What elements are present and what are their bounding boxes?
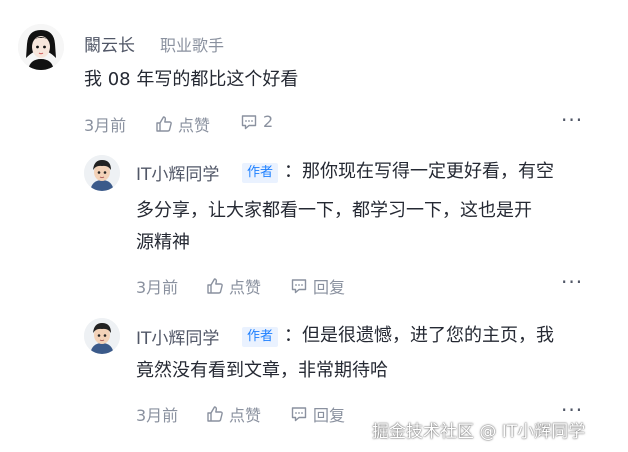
comment-time: 3月前: [84, 116, 127, 135]
reply-2-text-line-1: ：但是很遗憾，进了您的主页，我: [284, 325, 554, 346]
reply-2-reply-label: 回复: [313, 406, 346, 425]
reply-1-avatar[interactable]: [84, 155, 120, 191]
commenter-title: 职业歌手: [160, 36, 225, 55]
reply-2-text-line-2: 竟然没有看到文章，非常期待哈: [136, 360, 388, 381]
thumbs-up-icon: [155, 115, 173, 133]
comment-reply-button[interactable]: 2: [240, 112, 273, 131]
reply-2-author-badge: 作者: [242, 327, 279, 347]
reply-2-like-label: 点赞: [229, 406, 262, 425]
thumbs-up-icon: [206, 405, 224, 423]
comment-more-icon[interactable]: ···: [561, 108, 583, 132]
reply-1-text-line-2: 多分享，让大家都看一下，都学习一下，这也是开: [136, 200, 532, 221]
reply-1-more-icon[interactable]: ···: [561, 270, 583, 294]
reply-1-like-label: 点赞: [229, 278, 262, 297]
thumbs-up-icon: [206, 277, 224, 295]
comment-reply-count: 2: [263, 112, 274, 131]
reply-1-time: 3月前: [136, 278, 179, 297]
comment-text: 我 08 年写的都比这个好看: [84, 69, 299, 90]
comment-like-button[interactable]: 点赞: [155, 112, 210, 136]
reply-1-text-line-1: ：那你现在写得一定更好看，有空: [284, 161, 554, 182]
reply-2-like-button[interactable]: 点赞: [206, 402, 261, 426]
reply-1-like-button[interactable]: 点赞: [206, 274, 261, 298]
site-watermark: 掘金技术社区 @ IT小辉同学: [372, 422, 586, 442]
reply-1-reply-label: 回复: [313, 278, 346, 297]
commenter-avatar[interactable]: [18, 24, 64, 70]
comment-bubble-icon: [290, 405, 308, 423]
reply-2-time: 3月前: [136, 406, 179, 425]
comment-bubble-icon: [240, 113, 258, 131]
reply-2-author[interactable]: IT小辉同学: [136, 324, 219, 349]
comment-like-label: 点赞: [178, 116, 211, 135]
reply-1-reply-button[interactable]: 回复: [290, 274, 345, 298]
reply-2-avatar[interactable]: [84, 318, 120, 354]
reply-2-reply-button[interactable]: 回复: [290, 402, 345, 426]
commenter-name[interactable]: 闞云长: [84, 31, 135, 56]
reply-1-author[interactable]: IT小辉同学: [136, 160, 219, 185]
reply-1-author-badge: 作者: [242, 163, 279, 183]
reply-1-text-line-3: 源精神: [136, 232, 190, 253]
comment-bubble-icon: [290, 277, 308, 295]
